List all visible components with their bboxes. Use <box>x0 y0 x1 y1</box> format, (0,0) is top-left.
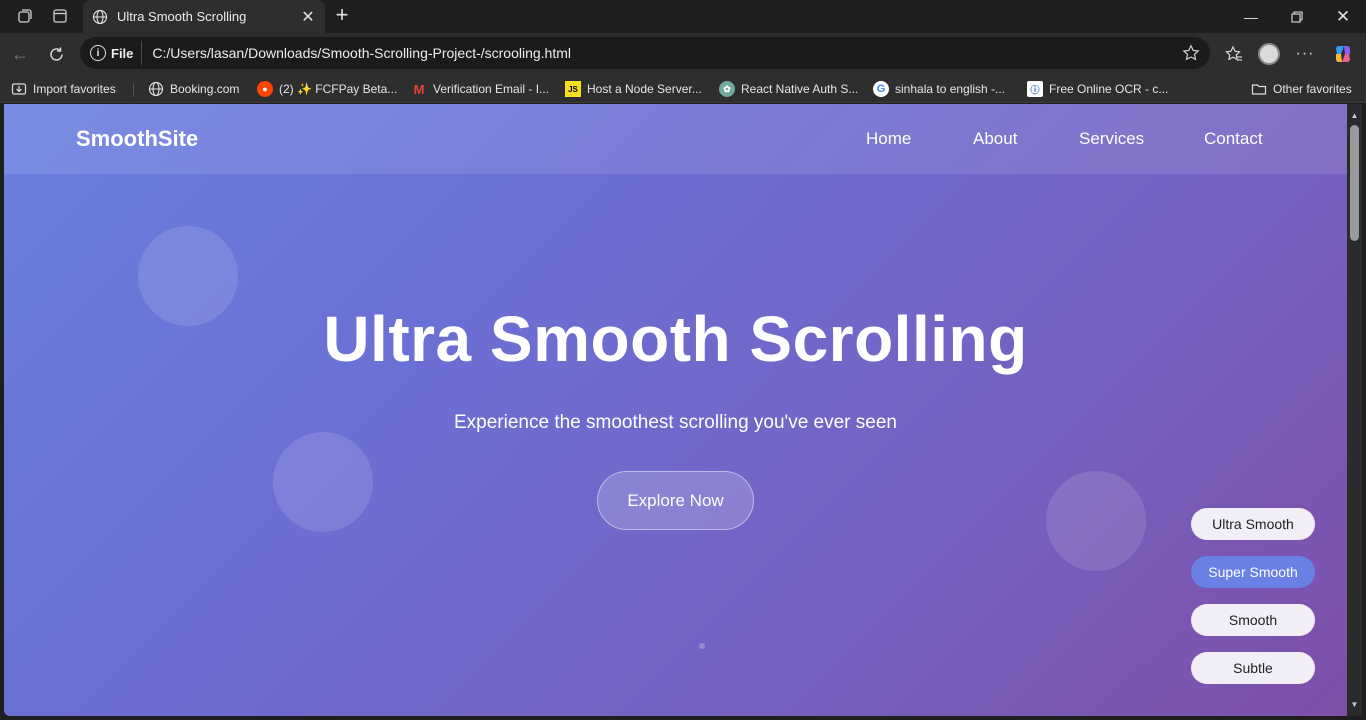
new-tab-icon[interactable]: + <box>331 4 353 27</box>
bookmark-fcfpay[interactable]: ● (2) ✨ FCFPay Beta... <box>257 79 397 99</box>
scroll-indicator-dot <box>699 643 705 649</box>
bookmark-label: Other favorites <box>1273 82 1352 96</box>
globe-icon <box>91 8 109 26</box>
close-tab-icon[interactable]: ✕ <box>297 6 319 28</box>
js-icon: JS <box>565 81 581 97</box>
decorative-bubble <box>273 432 373 532</box>
option-ultra-smooth[interactable]: Ultra Smooth <box>1191 508 1315 540</box>
gmail-icon: M <box>413 81 425 97</box>
close-window-icon[interactable]: ✕ <box>1320 0 1366 33</box>
site-info-button[interactable]: i File <box>86 41 143 65</box>
minimize-icon[interactable]: — <box>1228 0 1274 33</box>
bookmark-sinhala-to-english[interactable]: G sinhala to english -... <box>873 79 1005 99</box>
bookmark-label: Booking.com <box>170 82 240 96</box>
import-icon <box>11 81 27 97</box>
bookmark-booking[interactable]: Booking.com <box>148 79 239 99</box>
workspaces-icon[interactable] <box>13 5 37 27</box>
hero-subtitle: Experience the smoothest scrolling you'v… <box>454 412 897 433</box>
favorite-star-icon[interactable] <box>1180 42 1202 64</box>
bookmark-label: Free Online OCR - c... <box>1049 82 1169 96</box>
reddit-icon: ● <box>257 81 273 97</box>
folder-icon <box>1251 81 1267 97</box>
active-tab[interactable]: Ultra Smooth Scrolling ✕ <box>83 0 325 33</box>
google-icon: G <box>873 81 889 97</box>
nav-link-about[interactable]: About <box>973 129 1017 149</box>
file-label: File <box>111 45 134 61</box>
tab-actions-icon[interactable] <box>48 5 72 27</box>
bookmark-verification-email[interactable]: M Verification Email - I... <box>411 79 549 99</box>
site-logo[interactable]: SmoothSite <box>76 126 198 152</box>
bookmark-import-favorites[interactable]: Import favorites <box>11 79 116 99</box>
decorative-bubble <box>1046 471 1146 571</box>
ocr-icon: ⓘ <box>1027 81 1043 97</box>
scroll-down-icon[interactable]: ▼ <box>1350 700 1359 709</box>
bookmark-label: (2) ✨ FCFPay Beta... <box>279 82 398 96</box>
globe-icon <box>148 81 164 97</box>
bookmark-label: Verification Email - I... <box>433 82 550 96</box>
bookmarks-bar: Import favorites Booking.com ● (2) ✨ FCF… <box>0 74 1366 103</box>
bookmark-label: Host a Node Server... <box>587 82 702 96</box>
page-viewport: SmoothSite Home About Services Contact U… <box>4 104 1347 716</box>
bookmark-node-server[interactable]: JS Host a Node Server... <box>565 79 702 99</box>
url-text[interactable]: C:/Users/lasan/Downloads/Smooth-Scrollin… <box>152 45 571 61</box>
option-super-smooth[interactable]: Super Smooth <box>1191 556 1315 588</box>
tab-strip: Ultra Smooth Scrolling ✕ + — ✕ <box>0 0 1366 33</box>
bookmark-label: Import favorites <box>33 82 116 96</box>
option-smooth[interactable]: Smooth <box>1191 604 1315 636</box>
chatgpt-icon: ✿ <box>719 81 735 97</box>
copilot-icon[interactable] <box>1330 41 1356 67</box>
bookmark-other-favorites[interactable]: Other favorites <box>1251 79 1352 99</box>
bookmark-label: React Native Auth S... <box>741 82 859 96</box>
bookmark-free-online-ocr[interactable]: ⓘ Free Online OCR - c... <box>1027 79 1168 99</box>
tab-title: Ultra Smooth Scrolling <box>117 9 247 24</box>
more-options-icon[interactable]: ··· <box>1292 41 1318 67</box>
info-icon: i <box>90 45 106 61</box>
explore-now-button[interactable]: Explore Now <box>597 471 754 530</box>
reload-icon[interactable] <box>43 41 69 67</box>
toolbar: ← i File C:/Users/lasan/Downloads/Smooth… <box>0 33 1366 74</box>
page-scrollbar[interactable]: ▲ ▼ <box>1347 104 1362 716</box>
bookmark-react-native-auth[interactable]: ✿ React Native Auth S... <box>719 79 858 99</box>
favorites-icon[interactable] <box>1221 41 1247 67</box>
restore-icon[interactable] <box>1274 0 1320 33</box>
bookmark-separator <box>133 83 134 97</box>
nav-link-services[interactable]: Services <box>1079 129 1144 149</box>
profile-avatar[interactable] <box>1256 41 1282 67</box>
back-icon[interactable]: ← <box>7 41 33 67</box>
nav-link-home[interactable]: Home <box>866 129 911 149</box>
option-subtle[interactable]: Subtle <box>1191 652 1315 684</box>
nav-link-contact[interactable]: Contact <box>1204 129 1263 149</box>
address-bar[interactable]: i File C:/Users/lasan/Downloads/Smooth-S… <box>80 37 1210 69</box>
scroll-up-icon[interactable]: ▲ <box>1350 111 1359 120</box>
site-navbar: SmoothSite Home About Services Contact <box>4 104 1347 174</box>
hero-title: Ultra Smooth Scrolling <box>323 303 1028 375</box>
bookmark-label: sinhala to english -... <box>895 82 1006 96</box>
scrollbar-thumb[interactable] <box>1350 125 1359 241</box>
